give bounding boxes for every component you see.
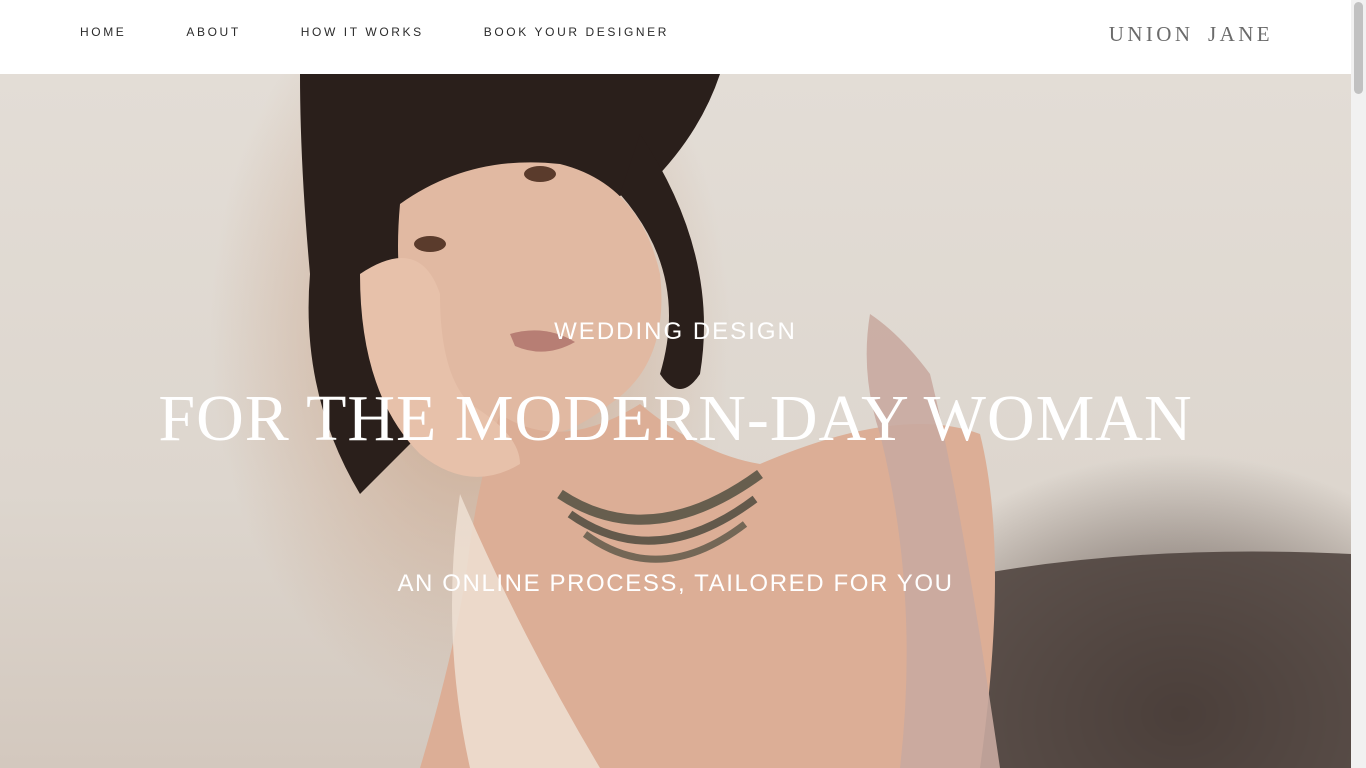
brand-logo[interactable]: UNION JANE	[1109, 22, 1273, 47]
page-scrollbar[interactable]	[1351, 0, 1366, 768]
page: HOME ABOUT HOW IT WORKS BOOK YOUR DESIGN…	[0, 0, 1366, 768]
hero-tagline: AN ONLINE PROCESS, TAILORED FOR YOU	[397, 570, 954, 597]
nav-how-it-works-link[interactable]: HOW IT WORKS	[301, 25, 424, 39]
nav-about-link[interactable]: ABOUT	[186, 25, 240, 39]
main-nav: HOME ABOUT HOW IT WORKS BOOK YOUR DESIGN…	[80, 25, 729, 39]
hero-eyebrow: WEDDING DESIGN	[554, 318, 797, 345]
nav-book-designer-link[interactable]: BOOK YOUR DESIGNER	[484, 25, 669, 39]
site-header: HOME ABOUT HOW IT WORKS BOOK YOUR DESIGN…	[0, 0, 1351, 74]
nav-home-link[interactable]: HOME	[80, 25, 126, 39]
scrollbar-thumb[interactable]	[1354, 2, 1363, 94]
hero-section: WEDDING DESIGN FOR THE MODERN-DAY WOMAN …	[0, 74, 1351, 768]
hero-text-overlay: WEDDING DESIGN FOR THE MODERN-DAY WOMAN …	[0, 74, 1351, 768]
hero-headline: FOR THE MODERN-DAY WOMAN	[158, 382, 1193, 455]
